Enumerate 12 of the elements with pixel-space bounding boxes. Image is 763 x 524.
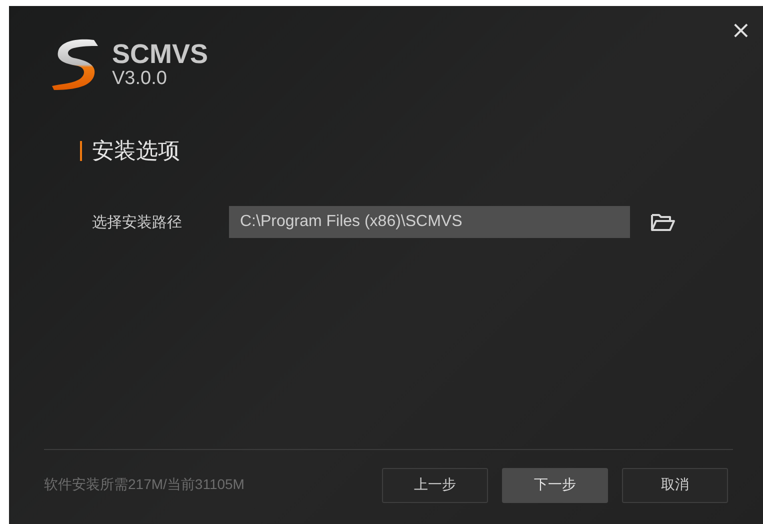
path-field[interactable]: C:\Program Files (x86)\SCMVS	[229, 206, 630, 238]
close-button[interactable]: ×	[726, 16, 755, 44]
section-title: 安装选项	[92, 138, 180, 166]
accent-bar	[80, 141, 82, 161]
disk-space-info: 软件安装所需217M/当前31105M	[44, 476, 246, 494]
wizard-button[interactable]: 取消	[622, 468, 728, 502]
path-label: 选择安装路径	[92, 212, 183, 232]
wizard-button[interactable]: 上一步	[382, 468, 488, 502]
folder-icon[interactable]	[650, 212, 676, 232]
wizard-button[interactable]: 下一步	[502, 468, 608, 502]
app-name: SCMVS	[112, 40, 208, 68]
app-version: V3.0.0	[112, 68, 168, 88]
